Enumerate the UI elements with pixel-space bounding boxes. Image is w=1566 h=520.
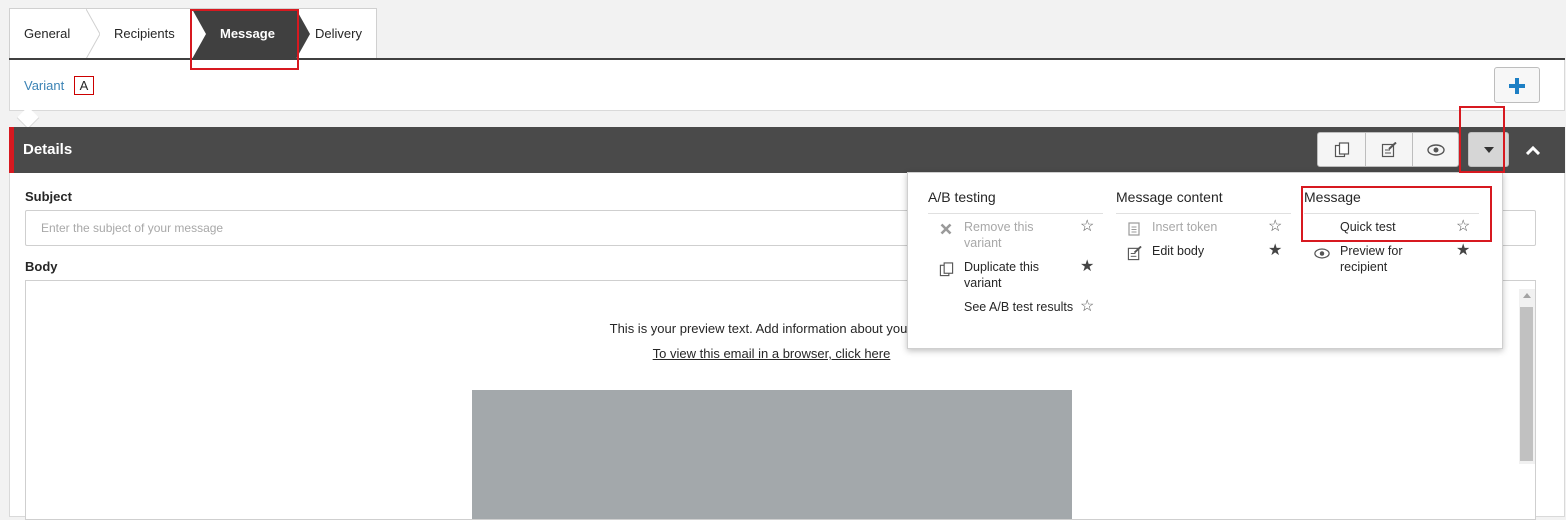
scroll-up-arrow-icon[interactable]: [1523, 293, 1531, 298]
menu-column-message-content: Message content Insert token ☆ Edit body…: [1116, 189, 1291, 260]
details-header: Details: [9, 127, 1565, 173]
menu-heading-message: Message: [1304, 189, 1361, 205]
duplicate-icon: [1334, 141, 1349, 157]
favorite-star-filled-icon[interactable]: ★: [1268, 243, 1282, 259]
favorite-star-outline-icon[interactable]: ☆: [1456, 219, 1470, 235]
add-variant-button[interactable]: [1494, 67, 1540, 103]
preview-button[interactable]: [1412, 133, 1459, 166]
menu-item-duplicate-variant[interactable]: Duplicate this variant ★: [928, 259, 1098, 291]
email-hero-image: [472, 390, 1072, 519]
token-icon: [1126, 221, 1142, 237]
tab-message[interactable]: Message: [192, 9, 310, 59]
menu-item-edit-body[interactable]: Edit body ★: [1116, 243, 1286, 263]
tab-recipients[interactable]: Recipients: [114, 9, 175, 59]
menu-heading-message-content: Message content: [1116, 189, 1223, 205]
favorite-star-outline-icon[interactable]: ☆: [1268, 219, 1282, 235]
details-toolbar: [1317, 132, 1459, 167]
subject-label: Subject: [25, 189, 72, 204]
close-x-icon: [938, 221, 954, 237]
details-title: Details: [23, 141, 73, 158]
menu-item-label: Remove this variant: [964, 220, 1034, 250]
menu-item-remove-variant[interactable]: Remove this variant ☆: [928, 219, 1098, 251]
menu-divider: [928, 213, 1103, 214]
menu-item-preview-recipient[interactable]: Preview for recipient ★: [1304, 243, 1474, 275]
menu-item-label: Insert token: [1152, 220, 1218, 234]
menu-divider: [1116, 213, 1291, 214]
menu-column-message: Message Quick test ☆ Preview for recipie…: [1304, 189, 1479, 274]
preview-eye-icon: [1427, 143, 1445, 156]
body-label: Body: [25, 259, 58, 274]
menu-column-ab-testing: A/B testing Remove this variant ☆ Duplic…: [928, 189, 1103, 315]
body-scrollbar[interactable]: [1519, 289, 1535, 464]
variant-strip: Variant A: [9, 60, 1565, 111]
variant-link[interactable]: Variant: [24, 78, 64, 93]
menu-item-insert-token[interactable]: Insert token ☆: [1116, 219, 1286, 239]
duplicate-icon: [938, 261, 954, 277]
edit-body-icon: [1381, 141, 1397, 157]
caret-up-icon: [1526, 145, 1540, 155]
menu-item-label: Quick test: [1340, 220, 1396, 234]
duplicate-button[interactable]: [1318, 133, 1365, 166]
menu-item-label: Preview for recipient: [1340, 244, 1403, 274]
menu-item-ab-results[interactable]: See A/B test results ☆: [928, 299, 1098, 331]
tab-delivery[interactable]: Delivery: [315, 9, 362, 59]
favorite-star-filled-icon[interactable]: ★: [1080, 259, 1094, 275]
menu-item-label: Edit body: [1152, 244, 1205, 258]
tab-separator: [86, 9, 100, 59]
favorite-star-filled-icon[interactable]: ★: [1456, 243, 1470, 259]
caret-down-icon: [1483, 146, 1494, 153]
preview-eye-icon: [1314, 245, 1330, 261]
favorite-star-outline-icon[interactable]: ☆: [1080, 299, 1094, 315]
edit-body-icon: [1126, 245, 1142, 261]
menu-heading-ab-testing: A/B testing: [928, 189, 996, 205]
favorite-star-outline-icon[interactable]: ☆: [1080, 219, 1094, 235]
variant-badge[interactable]: A: [74, 76, 94, 95]
collapse-button[interactable]: [1524, 141, 1542, 159]
edit-body-button[interactable]: [1365, 133, 1412, 166]
more-actions-menu: A/B testing Remove this variant ☆ Duplic…: [907, 172, 1503, 349]
plus-icon: [1509, 78, 1525, 94]
menu-item-label: Duplicate this variant: [964, 260, 1040, 290]
tab-general[interactable]: General: [24, 9, 70, 59]
menu-divider: [1304, 213, 1479, 214]
more-actions-button[interactable]: [1468, 132, 1509, 167]
scrollbar-thumb[interactable]: [1520, 307, 1533, 461]
tab-bar: General Recipients Message Delivery: [9, 8, 377, 59]
menu-item-quick-test[interactable]: Quick test ☆: [1304, 219, 1474, 239]
menu-item-label: See A/B test results: [964, 300, 1074, 314]
